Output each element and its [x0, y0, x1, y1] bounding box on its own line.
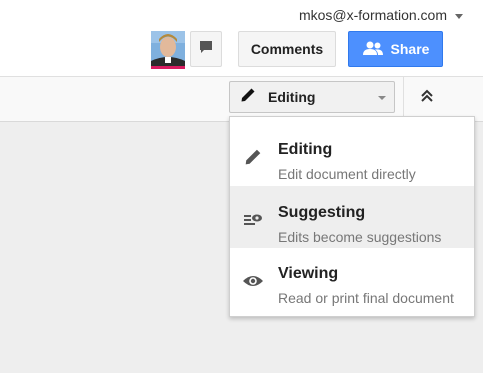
mode-dropdown-label: Editing: [268, 89, 316, 105]
menu-item-editing[interactable]: Editing Edit document directly: [230, 123, 474, 185]
account-email[interactable]: mkos@x-formation.com: [299, 7, 447, 23]
menu-item-description: Edits become suggestions: [278, 229, 442, 245]
menu-item-viewing[interactable]: Viewing Read or print final document: [230, 247, 474, 309]
menu-item-description: Read or print final document: [278, 290, 454, 306]
people-icon: [362, 40, 384, 59]
chevron-down-icon: [378, 96, 386, 100]
app-header: mkos@x-formation.com Comments Share: [0, 0, 483, 77]
chat-icon: [198, 39, 214, 60]
menu-item-title: Suggesting: [278, 204, 366, 221]
avatar[interactable]: [151, 31, 185, 69]
suggest-icon: [242, 210, 264, 230]
chevron-down-icon[interactable]: [455, 14, 463, 19]
menu-item-suggesting[interactable]: Suggesting Edits become suggestions: [230, 186, 474, 248]
menu-item-description: Edit document directly: [278, 166, 416, 182]
mode-dropdown[interactable]: Editing: [229, 81, 395, 113]
comments-button[interactable]: Comments: [238, 31, 336, 67]
pencil-icon: [240, 87, 256, 108]
share-button[interactable]: Share: [348, 31, 443, 67]
account-switcher[interactable]: mkos@x-formation.com: [299, 7, 463, 23]
menu-item-title: Viewing: [278, 265, 339, 282]
pencil-icon: [242, 147, 264, 167]
toolbar-divider: [403, 77, 404, 121]
share-button-label: Share: [390, 41, 430, 57]
collapse-button[interactable]: [414, 85, 440, 111]
mode-menu: Editing Edit document directly Suggestin…: [229, 116, 475, 317]
chat-button[interactable]: [190, 31, 222, 67]
comments-button-label: Comments: [250, 41, 324, 57]
double-chevron-up-icon: [419, 88, 435, 109]
eye-icon: [242, 271, 264, 291]
menu-item-title: Editing: [278, 141, 333, 158]
